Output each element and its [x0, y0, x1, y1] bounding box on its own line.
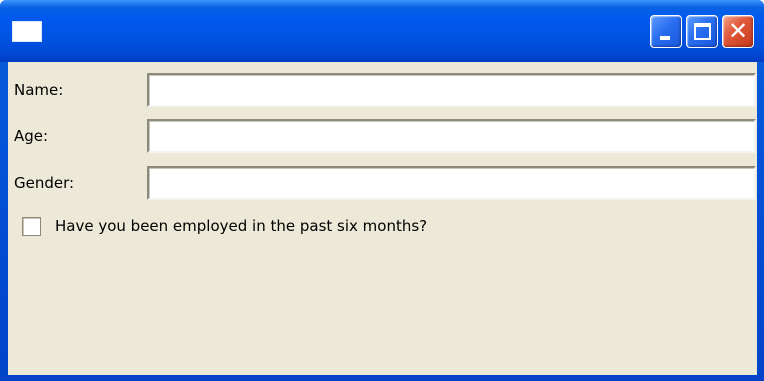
maximize-icon — [694, 23, 711, 40]
close-icon: ✕ — [727, 17, 749, 45]
age-label: Age: — [14, 127, 49, 145]
form-panel: Name: Age: Gender: Have you been employe… — [8, 62, 757, 375]
name-row: Name: — [8, 73, 757, 107]
gender-input[interactable] — [147, 166, 756, 200]
window-controls: ✕ — [650, 15, 754, 48]
name-input[interactable] — [147, 73, 756, 107]
close-button[interactable]: ✕ — [722, 15, 754, 48]
application-window: ✕ Name: Age: Gender: Have you been emplo… — [0, 0, 764, 381]
age-row: Age: — [8, 119, 757, 153]
minimize-icon — [660, 36, 670, 40]
title-bar[interactable]: ✕ — [0, 0, 764, 62]
employed-option[interactable]: Have you been employed in the past six m… — [22, 215, 427, 237]
name-label: Name: — [14, 81, 64, 99]
maximize-button[interactable] — [686, 15, 718, 48]
gender-label: Gender: — [14, 174, 75, 192]
age-input[interactable] — [147, 119, 756, 153]
employed-label: Have you been employed in the past six m… — [55, 217, 428, 235]
gender-row: Gender: — [8, 166, 757, 200]
minimize-button[interactable] — [650, 15, 682, 48]
employed-checkbox[interactable] — [22, 216, 41, 236]
window-app-icon[interactable] — [12, 21, 42, 42]
